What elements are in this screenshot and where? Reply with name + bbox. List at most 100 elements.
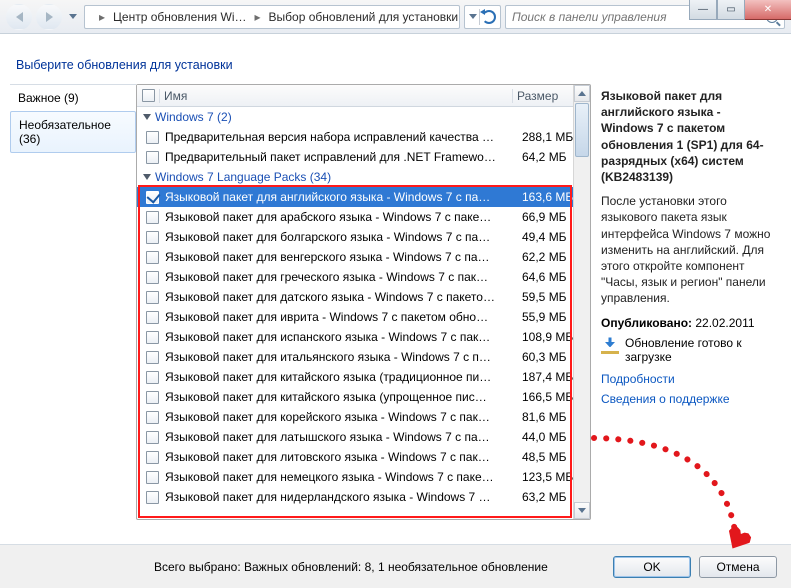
arrow-right-icon <box>46 12 53 22</box>
nav-forward-button[interactable] <box>36 4 62 30</box>
collapse-icon <box>143 174 151 180</box>
update-row[interactable]: Языковой пакет для английского языка - W… <box>137 187 590 207</box>
group-header[interactable]: Windows 7 (2) <box>137 107 590 127</box>
arrow-left-icon <box>16 12 23 22</box>
breadcrumb-item[interactable]: Центр обновления Wi… <box>113 10 246 24</box>
row-checkbox[interactable] <box>146 431 159 444</box>
minimize-button[interactable]: — <box>689 0 717 20</box>
row-checkbox[interactable] <box>146 471 159 484</box>
published-line: Опубликовано: 22.02.2011 <box>601 316 773 330</box>
update-row[interactable]: Языковой пакет для греческого языка - Wi… <box>137 267 590 287</box>
update-row[interactable]: Языковой пакет для датского языка - Wind… <box>137 287 590 307</box>
details-link[interactable]: Подробности <box>601 372 773 386</box>
row-checkbox[interactable] <box>146 251 159 264</box>
footer: Всего выбрано: Важных обновлений: 8, 1 н… <box>0 544 791 588</box>
nav-back-button[interactable] <box>6 4 32 30</box>
update-row[interactable]: Языковой пакет для китайского языка (упр… <box>137 387 590 407</box>
update-row[interactable]: Языковой пакет для итальянского языка - … <box>137 347 590 367</box>
row-name: Языковой пакет для китайского языка (тра… <box>161 370 518 384</box>
update-row[interactable]: Языковой пакет для болгарского языка - W… <box>137 227 590 247</box>
update-row[interactable]: Языковой пакет для иврита - Windows 7 с … <box>137 307 590 327</box>
row-name: Языковой пакет для китайского языка (упр… <box>161 390 518 404</box>
row-name: Языковой пакет для датского языка - Wind… <box>161 290 518 304</box>
refresh-button-group[interactable] <box>464 5 501 29</box>
row-checkbox[interactable] <box>146 331 159 344</box>
refresh-icon <box>482 10 496 24</box>
breadcrumb-item[interactable]: Выбор обновлений для установки <box>269 10 459 24</box>
vertical-scrollbar[interactable] <box>573 85 590 519</box>
row-name: Языковой пакет для английского языка - W… <box>161 190 518 204</box>
published-label: Опубликовано: <box>601 316 692 330</box>
list-header: Имя Размер <box>137 85 590 107</box>
cancel-button[interactable]: Отмена <box>699 556 777 578</box>
published-date: 22.02.2011 <box>695 316 754 330</box>
maximize-button[interactable]: ▭ <box>717 0 745 20</box>
row-checkbox[interactable] <box>146 391 159 404</box>
chevron-down-icon <box>469 14 477 19</box>
scroll-down-button[interactable] <box>574 502 590 519</box>
row-name: Языковой пакет для немецкого языка - Win… <box>161 470 518 484</box>
row-checkbox[interactable] <box>146 191 159 204</box>
support-link[interactable]: Сведения о поддержке <box>601 392 773 406</box>
row-name: Языковой пакет для литовского языка - Wi… <box>161 450 518 464</box>
update-row[interactable]: Языковой пакет для нидерландского языка … <box>137 487 590 507</box>
row-checkbox[interactable] <box>146 291 159 304</box>
row-name: Языковой пакет для корейского языка - Wi… <box>161 410 518 424</box>
scroll-up-button[interactable] <box>574 85 590 102</box>
update-row[interactable]: Языковой пакет для испанского языка - Wi… <box>137 327 590 347</box>
sidebar-item-optional[interactable]: Необязательное (36) <box>10 111 136 153</box>
chevron-up-icon <box>578 91 586 96</box>
row-name: Языковой пакет для итальянского языка - … <box>161 350 518 364</box>
group-label: Windows 7 Language Packs (34) <box>155 170 331 184</box>
column-name[interactable]: Имя <box>159 89 512 103</box>
row-name: Языковой пакет для нидерландского языка … <box>161 490 518 504</box>
row-name: Языковой пакет для венгерского языка - W… <box>161 250 518 264</box>
collapse-icon <box>143 114 151 120</box>
update-row[interactable]: Языковой пакет для корейского языка - Wi… <box>137 407 590 427</box>
row-checkbox[interactable] <box>146 491 159 504</box>
nav-history-dropdown[interactable] <box>66 4 80 30</box>
update-row[interactable]: Языковой пакет для арабского языка - Win… <box>137 207 590 227</box>
update-row[interactable]: Языковой пакет для китайского языка (тра… <box>137 367 590 387</box>
row-name: Языковой пакет для болгарского языка - W… <box>161 230 518 244</box>
row-checkbox[interactable] <box>146 311 159 324</box>
row-name: Языковой пакет для иврита - Windows 7 с … <box>161 310 518 324</box>
row-checkbox[interactable] <box>146 151 159 164</box>
page-title: Выберите обновления для установки <box>10 44 781 84</box>
window-controls: — ▭ ✕ <box>689 0 791 20</box>
row-name: Предварительная версия набора исправлени… <box>161 130 518 144</box>
row-checkbox[interactable] <box>146 231 159 244</box>
sidebar-item-important[interactable]: Важное (9) <box>10 85 136 111</box>
row-checkbox[interactable] <box>146 271 159 284</box>
row-name: Языковой пакет для греческого языка - Wi… <box>161 270 518 284</box>
row-checkbox[interactable] <box>146 351 159 364</box>
close-button[interactable]: ✕ <box>745 0 791 20</box>
group-label: Windows 7 (2) <box>155 110 232 124</box>
update-row[interactable]: Языковой пакет для латышского языка - Wi… <box>137 427 590 447</box>
ok-button[interactable]: OK <box>613 556 691 578</box>
row-checkbox[interactable] <box>146 131 159 144</box>
ready-text: Обновление готово к загрузке <box>625 336 773 364</box>
row-name: Предварительный пакет исправлений для .N… <box>161 150 518 164</box>
row-checkbox[interactable] <box>146 411 159 424</box>
update-row[interactable]: Языковой пакет для литовского языка - Wi… <box>137 447 590 467</box>
group-header[interactable]: Windows 7 Language Packs (34) <box>137 167 590 187</box>
row-checkbox[interactable] <box>146 451 159 464</box>
update-row[interactable]: Языковой пакет для немецкого языка - Win… <box>137 467 590 487</box>
chevron-down-icon <box>69 14 77 19</box>
update-title: Языковой пакет для английского языка - W… <box>601 88 773 185</box>
row-name: Языковой пакет для испанского языка - Wi… <box>161 330 518 344</box>
scroll-thumb[interactable] <box>575 103 589 157</box>
ready-status: Обновление готово к загрузке <box>601 336 773 364</box>
header-checkbox[interactable] <box>137 89 159 102</box>
row-checkbox[interactable] <box>146 371 159 384</box>
update-row[interactable]: Языковой пакет для венгерского языка - W… <box>137 247 590 267</box>
breadcrumb-sep-icon <box>99 10 105 24</box>
update-row[interactable]: Предварительный пакет исправлений для .N… <box>137 147 590 167</box>
row-name: Языковой пакет для арабского языка - Win… <box>161 210 518 224</box>
breadcrumb[interactable]: Центр обновления Wi… Выбор обновлений дл… <box>84 5 460 29</box>
download-icon <box>601 336 619 354</box>
row-checkbox[interactable] <box>146 211 159 224</box>
update-row[interactable]: Предварительная версия набора исправлени… <box>137 127 590 147</box>
details-panel: Языковой пакет для английского языка - W… <box>591 84 781 520</box>
